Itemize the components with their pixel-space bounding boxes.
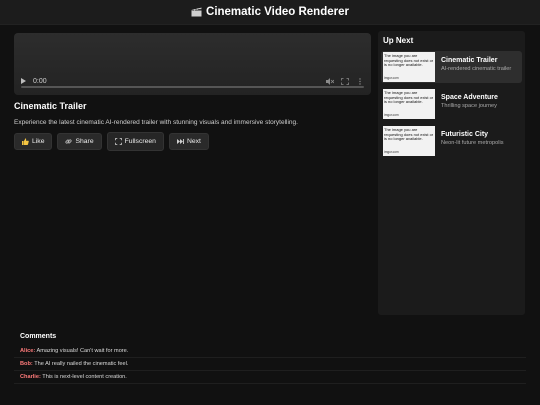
comment-text: The AI really nailed the cinematic feel.: [34, 361, 129, 367]
clapperboard-icon: [191, 7, 202, 17]
fullscreen-icon[interactable]: [341, 77, 349, 85]
up-next-sidebar: Up Next The image you are requesting doe…: [378, 31, 525, 315]
share-button[interactable]: Share: [57, 133, 102, 150]
comment-author: Alice:: [20, 348, 36, 354]
up-next-item-cinematic-trailer[interactable]: The image you are requesting does not ex…: [381, 51, 522, 83]
like-label: Like: [32, 138, 45, 145]
up-next-item-space-adventure[interactable]: The image you are requesting does not ex…: [381, 88, 522, 120]
more-options-icon[interactable]: [356, 77, 364, 85]
video-thumbnail: The image you are requesting does not ex…: [383, 89, 435, 119]
thumbnail-brand: imgur.com: [384, 112, 399, 117]
up-next-subtitle: Thrilling space journey: [441, 103, 497, 109]
comments-section: Comments Alice: Amazing visuals! Can't w…: [14, 333, 526, 384]
sidebar-heading: Up Next: [383, 36, 414, 45]
thumbnail-brand: imgur.com: [384, 149, 399, 154]
next-label: Next: [186, 138, 201, 145]
play-icon[interactable]: [21, 78, 26, 84]
video-thumbnail: The image you are requesting does not ex…: [383, 52, 435, 82]
up-next-title: Futuristic City: [441, 131, 489, 138]
video-description: Experience the latest cinematic AI-rende…: [14, 119, 298, 126]
next-button[interactable]: Next: [168, 133, 209, 150]
fullscreen-label: Fullscreen: [124, 138, 156, 145]
up-next-subtitle: Neon-lit future metropolis: [441, 140, 504, 146]
thumbnail-notice: The image you are requesting does not ex…: [384, 53, 434, 67]
video-title: Cinematic Trailer: [14, 101, 87, 111]
video-player[interactable]: 0:00: [14, 33, 371, 95]
up-next-item-futuristic-city[interactable]: The image you are requesting does not ex…: [381, 125, 522, 157]
progress-scrubber[interactable]: [21, 86, 364, 88]
comment-item: Alice: Amazing visuals! Can't wait for m…: [14, 345, 526, 358]
app-header: Cinematic Video Renderer: [0, 0, 540, 25]
comment-author: Bob:: [20, 361, 33, 367]
comment-text: Amazing visuals! Can't wait for more.: [36, 348, 129, 354]
up-next-title: Cinematic Trailer: [441, 57, 498, 64]
expand-icon: [114, 138, 122, 145]
share-label: Share: [75, 138, 94, 145]
link-icon: [65, 139, 73, 144]
comment-text: This is next-level content creation.: [42, 374, 127, 380]
skip-next-icon: [176, 139, 184, 144]
up-next-title: Space Adventure: [441, 94, 498, 101]
app-title: Cinematic Video Renderer: [206, 6, 349, 18]
like-button[interactable]: Like: [14, 133, 53, 150]
player-controls: 0:00: [14, 67, 371, 95]
comment-item: Charlie: This is next-level content crea…: [14, 371, 526, 384]
thumbs-up-icon: [22, 138, 29, 145]
action-bar: Like Share Fullscreen Next: [14, 132, 209, 151]
comment-item: Bob: The AI really nailed the cinematic …: [14, 358, 526, 371]
fullscreen-button[interactable]: Fullscreen: [106, 132, 164, 151]
thumbnail-notice: The image you are requesting does not ex…: [384, 127, 434, 141]
mute-icon[interactable]: [326, 77, 334, 85]
thumbnail-notice: The image you are requesting does not ex…: [384, 90, 434, 104]
up-next-subtitle: AI-rendered cinematic trailer: [441, 66, 512, 72]
app-title-wrap: Cinematic Video Renderer: [191, 6, 349, 18]
thumbnail-brand: imgur.com: [384, 75, 399, 80]
comments-heading: Comments: [20, 333, 57, 340]
time-display: 0:00: [33, 77, 47, 85]
comment-author: Charlie:: [20, 374, 41, 380]
video-thumbnail: The image you are requesting does not ex…: [383, 126, 435, 156]
